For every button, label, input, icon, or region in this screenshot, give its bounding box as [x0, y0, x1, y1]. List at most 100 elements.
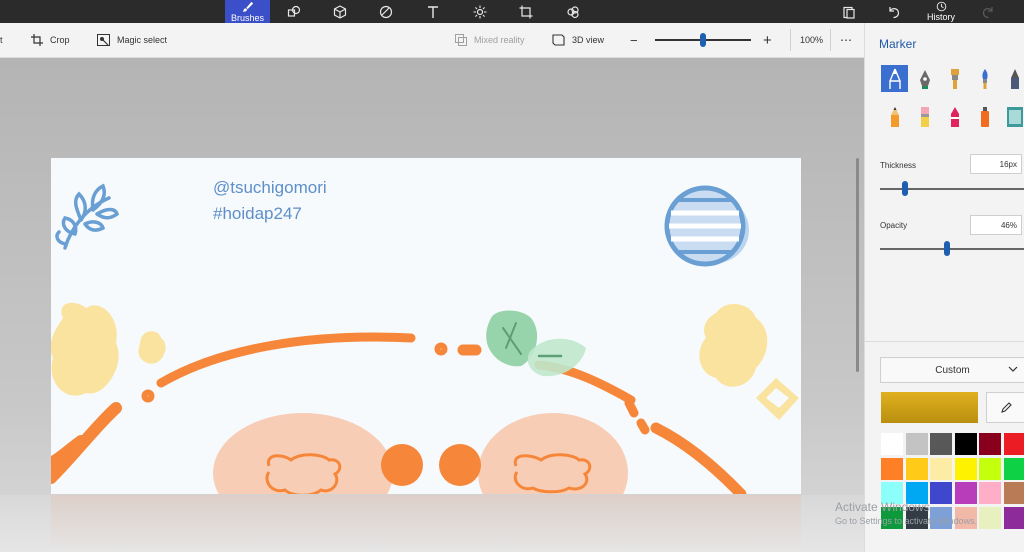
- color-mode-dropdown[interactable]: Custom: [880, 357, 1024, 383]
- current-color-swatch[interactable]: [881, 392, 978, 423]
- color-swatch[interactable]: [881, 433, 903, 455]
- more-icon: ⋯: [840, 33, 852, 47]
- 3d-view-button[interactable]: 3D view: [552, 23, 604, 57]
- opacity-slider-track[interactable]: [880, 248, 1024, 250]
- paste-button[interactable]: [837, 0, 861, 23]
- zoom-level[interactable]: 100%: [800, 23, 823, 57]
- effects-button[interactable]: [468, 0, 492, 23]
- sticker-icon: [379, 5, 393, 18]
- pixel-pen-brush-button[interactable]: [1001, 65, 1024, 92]
- color-swatch[interactable]: [1003, 433, 1024, 455]
- history-icon: [936, 1, 946, 12]
- cheek-doodles: [213, 413, 628, 494]
- watercolor-brush-button[interactable]: [971, 65, 998, 92]
- 3d-library-button[interactable]: [561, 0, 585, 23]
- brushes-tab[interactable]: Brushes: [225, 0, 270, 23]
- panel-title: Marker: [879, 37, 917, 51]
- shapes-3d-button[interactable]: [328, 0, 352, 23]
- eyedropper-icon: [1000, 401, 1012, 413]
- color-swatch[interactable]: [979, 433, 1001, 455]
- right-eye-doodle: [439, 444, 481, 486]
- activate-windows-watermark: Activate Windows Go to Settings to activ…: [835, 500, 977, 526]
- text-button[interactable]: [421, 0, 445, 23]
- zoom-slider-thumb[interactable]: [700, 33, 706, 47]
- magic-select-button[interactable]: Magic select: [97, 23, 167, 57]
- plus-icon: +: [763, 31, 772, 49]
- color-swatch[interactable]: [1003, 506, 1024, 529]
- color-swatch[interactable]: [905, 457, 928, 480]
- oil-brush-button[interactable]: [941, 65, 968, 92]
- cube-icon: [333, 4, 347, 19]
- spray-can-brush-button[interactable]: [971, 103, 998, 130]
- color-mode-label: Custom: [935, 364, 970, 376]
- text-icon: [428, 5, 438, 18]
- marker-icon: [888, 68, 901, 89]
- color-swatch[interactable]: [1003, 482, 1024, 504]
- pixel-pen-icon: [1010, 68, 1019, 89]
- brushes-label: Brushes: [230, 12, 265, 23]
- color-swatch[interactable]: [930, 433, 952, 455]
- calligraphy-pen-brush-button[interactable]: [911, 65, 938, 92]
- watermark-subtitle: Go to Settings to activate Windows.: [835, 516, 978, 526]
- fill-bucket-button[interactable]: [1001, 103, 1024, 130]
- left-eye-doodle: [381, 444, 423, 486]
- crop-label: Crop: [50, 35, 70, 45]
- thickness-input[interactable]: 16px: [970, 154, 1022, 174]
- color-swatch[interactable]: [979, 482, 1001, 504]
- 3d-view-icon: [552, 34, 565, 46]
- eraser-button[interactable]: [911, 103, 938, 130]
- brush-icon: [242, 1, 253, 12]
- color-swatch[interactable]: [881, 457, 903, 480]
- undo-button[interactable]: [882, 0, 906, 23]
- opacity-input[interactable]: 46%: [970, 215, 1022, 235]
- canvas-button[interactable]: [514, 0, 538, 23]
- planet-doodle: [664, 185, 749, 267]
- redo-button[interactable]: [976, 0, 1000, 23]
- panel-divider: [865, 341, 1024, 342]
- color-swatch[interactable]: [979, 506, 1001, 529]
- shapes-2d-button[interactable]: [282, 0, 306, 23]
- thickness-label: Thickness: [880, 161, 917, 170]
- crop-icon: [31, 34, 43, 46]
- green-leaf-doodles: [486, 310, 586, 377]
- color-swatch[interactable]: [954, 433, 977, 455]
- mixed-reality-label: Mixed reality: [474, 35, 525, 45]
- color-swatch[interactable]: [1003, 457, 1024, 480]
- color-swatch[interactable]: [954, 457, 977, 480]
- zoom-in-button[interactable]: +: [763, 23, 772, 57]
- watermark-title: Activate Windows: [835, 500, 930, 514]
- canvas-text-line1: @tsuchigomori: [213, 178, 327, 197]
- color-swatch[interactable]: [905, 433, 928, 455]
- marker-brush-button[interactable]: [881, 65, 908, 92]
- zoom-out-button[interactable]: −: [630, 23, 638, 57]
- thickness-slider-thumb[interactable]: [901, 181, 908, 196]
- opacity-slider-thumb[interactable]: [943, 241, 950, 256]
- redo-icon: [982, 6, 993, 18]
- canvas-text-line2: #hoidap247: [213, 204, 302, 223]
- eyedropper-button[interactable]: [986, 392, 1024, 423]
- minus-icon: −: [630, 32, 638, 48]
- crayon-brush-button[interactable]: [941, 103, 968, 130]
- stickers-button[interactable]: [374, 0, 398, 23]
- select-button-partial[interactable]: t: [0, 23, 3, 57]
- canvas-reflection: [51, 495, 801, 552]
- magic-select-icon: [97, 34, 110, 46]
- chevron-down-icon: [1008, 366, 1018, 372]
- crop-button[interactable]: Crop: [31, 23, 70, 57]
- drawing-canvas[interactable]: @tsuchigomori #hoidap247: [51, 158, 801, 494]
- history-button[interactable]: History: [924, 0, 958, 23]
- top-menu-bar: Brushes History: [0, 0, 1024, 23]
- mixed-reality-button[interactable]: Mixed reality: [455, 23, 525, 57]
- fill-bucket-icon: [1006, 106, 1023, 127]
- color-swatch[interactable]: [930, 457, 952, 480]
- more-options-button[interactable]: ⋯: [840, 23, 852, 57]
- magic-select-label: Magic select: [117, 35, 168, 45]
- pencil-brush-button[interactable]: [881, 103, 908, 130]
- drawing-artwork: [51, 183, 799, 494]
- color-swatch[interactable]: [979, 457, 1001, 480]
- paste-icon: [843, 6, 855, 19]
- toolbar-divider: [830, 29, 831, 51]
- undo-icon: [889, 6, 900, 18]
- vertical-scrollbar[interactable]: [856, 158, 859, 372]
- spray-can-icon: [980, 106, 989, 127]
